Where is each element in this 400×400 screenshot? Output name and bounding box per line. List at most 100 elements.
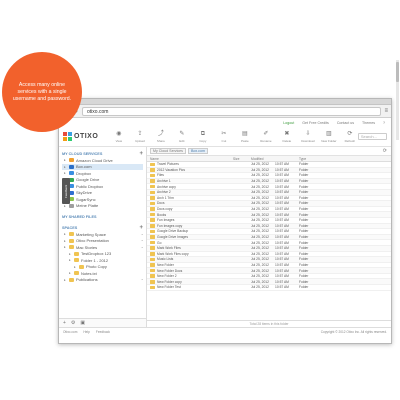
file-date: Jul 25, 2012 — [251, 167, 269, 172]
toolbar-cut-button[interactable]: ✂ Cut — [216, 131, 232, 143]
file-type: Folder — [299, 279, 309, 284]
file-date: Jul 25, 2012 — [251, 279, 269, 284]
file-name: New Folder 2 — [157, 274, 177, 279]
address-bar[interactable]: otixo.com — [82, 106, 382, 116]
trash-icon[interactable]: ▣ — [80, 320, 85, 326]
sidebar-item-label: Otixo Presentation — [76, 238, 109, 244]
search-input[interactable]: Search... — [357, 133, 387, 140]
toolbar-eye-button[interactable]: ◉ View — [111, 131, 127, 143]
file-type: Folder — [299, 179, 309, 184]
promo-callout: Access many online services with a singl… — [2, 52, 82, 132]
folder-icon — [150, 240, 155, 245]
help-icon[interactable]: ? — [383, 121, 385, 125]
table-row[interactable]: New Folder Test Jul 25, 2012 10:57 AM Folde… — [147, 285, 391, 291]
themes-link[interactable]: Themes — [362, 121, 375, 125]
sidebar-item-label: Box.com — [76, 164, 92, 170]
paste-icon: ▤ — [242, 130, 248, 137]
toolbar-refresh-button[interactable]: ⟳ Refresh — [342, 131, 358, 143]
toolbar-upload-button[interactable]: ⇪ Upload — [132, 131, 148, 143]
refresh-icon[interactable]: ⟳ — [383, 148, 387, 154]
add-space-icon[interactable]: + — [139, 225, 143, 231]
toolbar-rename-button[interactable]: ✐ Rename — [258, 131, 274, 143]
folder-icon — [150, 179, 155, 183]
add-service-icon[interactable]: + — [139, 151, 143, 157]
feedback-tab[interactable]: Feedback — [62, 178, 70, 204]
file-type: Folder — [299, 262, 309, 267]
expand-arrow-icon[interactable]: ▸ — [64, 204, 67, 208]
breadcrumb-current[interactable]: Box.com — [187, 148, 208, 154]
column-modified[interactable]: Modified — [251, 157, 299, 161]
file-time: 10:57 AM — [275, 218, 289, 223]
free-credits-link[interactable]: Get Free Credits — [302, 121, 329, 125]
column-type[interactable]: Type — [299, 157, 319, 161]
expand-arrow-icon[interactable]: ▸ — [69, 271, 72, 275]
file-date: Jul 25, 2012 — [251, 235, 269, 240]
wrench-icon[interactable]: ≡ — [384, 108, 388, 114]
file-type: Folder — [299, 167, 309, 172]
expand-arrow-icon[interactable]: ▸ — [69, 258, 72, 262]
breadcrumb-root[interactable]: My Cloud Services — [150, 148, 186, 154]
space-status-icon: ◔ — [140, 238, 143, 244]
expand-arrow-icon[interactable]: ▸ — [74, 265, 77, 269]
expand-arrow-icon[interactable]: ▸ — [64, 239, 67, 243]
cloud-services-header: MY CLOUD SERVICES + — [62, 150, 143, 157]
toolbar-label: Download — [301, 138, 315, 143]
footer-link-home[interactable]: Otixo.com — [63, 330, 77, 334]
toolbar-paste-button[interactable]: ▤ Paste — [237, 131, 253, 143]
toolbar-new-folder-button[interactable]: ▥ New Folder — [321, 131, 337, 143]
file-type: Folder — [299, 190, 309, 195]
add-icon[interactable]: + — [63, 320, 66, 326]
file-time: 10:57 AM — [275, 212, 289, 217]
scrollbar-thumb[interactable] — [396, 62, 399, 82]
file-time: 10:57 AM — [275, 246, 289, 251]
file-time: 10:57 AM — [275, 257, 289, 262]
expand-arrow-icon[interactable]: ▸ — [64, 171, 67, 175]
expand-arrow-icon[interactable]: ▸ — [64, 158, 67, 162]
contact-link[interactable]: Contact us — [337, 121, 354, 125]
spaces-header: SPACES + — [62, 224, 143, 231]
file-name-cell: Google Drive Images — [147, 235, 233, 239]
file-name-cell: New Folder — [147, 263, 233, 267]
file-name: New Folder Docs — [157, 268, 183, 273]
sidebar-item-label: Google Drive — [76, 177, 100, 183]
file-date: Jul 25, 2012 — [251, 201, 269, 206]
folder-icon — [74, 271, 79, 276]
file-name: Google Drive Images — [157, 235, 188, 240]
toolbar-delete-button[interactable]: ✖ Delete — [279, 131, 295, 143]
toolbar-label: Copy — [199, 138, 207, 143]
file-name: Google Drive Backup — [157, 229, 189, 234]
file-time: 10:57 AM — [275, 235, 289, 240]
expand-arrow-icon[interactable]: ▸ — [64, 232, 67, 236]
expand-arrow-icon[interactable]: ▸ — [64, 278, 67, 282]
toolbar-download-button[interactable]: ⇩ Download — [300, 131, 316, 143]
footer-link-help[interactable]: Help — [83, 330, 90, 334]
file-type: Folder — [299, 173, 309, 178]
toolbar-copy-button[interactable]: ⧉ Copy — [195, 131, 211, 143]
file-name: Mark Work Files — [157, 246, 181, 251]
logo-mark — [63, 132, 72, 141]
settings-icon[interactable]: ⚙ — [71, 320, 75, 326]
file-name-cell: Music Lists — [147, 257, 233, 261]
main-area: MY CLOUD SERVICES + ▸ Amazon Cloud Drive ▸… — [59, 147, 391, 327]
footer-link-feedback[interactable]: Feedback — [96, 330, 110, 334]
logout-link[interactable]: Logout — [283, 121, 294, 125]
sidebar-item-space[interactable]: ▸ Publications ◔ — [62, 277, 143, 284]
sidebar-item-label: Publications — [76, 277, 98, 283]
expand-arrow-icon[interactable]: ▸ — [64, 245, 67, 249]
folder-icon — [150, 224, 155, 228]
toolbar-edit-button[interactable]: ✎ Edit — [174, 131, 190, 143]
folder-icon — [69, 232, 74, 237]
toolbar-share-button[interactable]: ⤴ Share — [153, 131, 169, 143]
column-name[interactable]: Name — [147, 157, 233, 161]
column-size[interactable]: Size — [233, 157, 251, 161]
expand-arrow-icon[interactable]: ▸ — [69, 252, 72, 256]
bottom-bar: Otixo.com Help Feedback Copyright © 2012… — [59, 327, 391, 336]
shared-files-header[interactable]: MY SHARED FILES — [62, 213, 143, 220]
file-modified: Jul 25, 2012 10:57 AM — [251, 190, 299, 194]
file-date: Jul 25, 2012 — [251, 179, 269, 184]
expand-arrow-icon[interactable]: ▸ — [64, 165, 67, 169]
file-name-cell: Archive copy — [147, 185, 233, 189]
file-name-cell: Mark Work Files copy — [147, 252, 233, 256]
spaces-list: ▸ Marketing Space ◔ ▸ Otixo Presentation ◔ ▸ Ma… — [62, 231, 143, 283]
file-modified: Jul 25, 2012 10:57 AM — [251, 207, 299, 211]
